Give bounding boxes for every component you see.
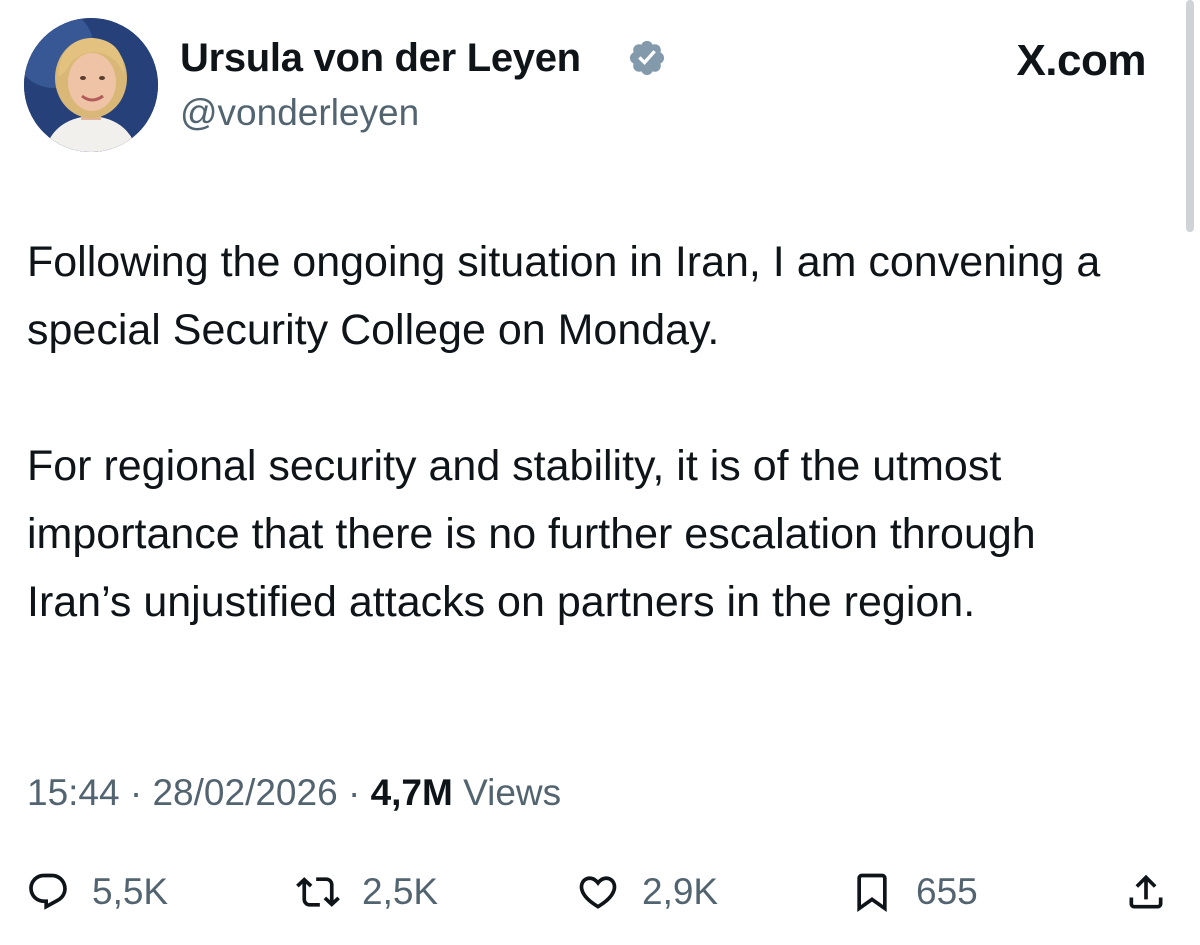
- avatar-portrait: [24, 18, 158, 152]
- bookmark-count: 655: [916, 871, 978, 912]
- verified-badge-icon: [629, 40, 665, 76]
- share-button[interactable]: [1124, 862, 1168, 922]
- reply-count: 5,5K: [92, 871, 169, 912]
- tweet-date[interactable]: 28/02/2026: [152, 772, 337, 813]
- tweet-page: Ursula von der Leyen @vonderleyen X.com …: [0, 0, 1200, 945]
- like-count: 2,9K: [642, 871, 719, 912]
- repost-button[interactable]: 2,5K: [296, 862, 438, 922]
- tweet-text: Following the ongoing situation in Iran,…: [27, 228, 1147, 636]
- tweet-meta: 15:44 · 28/02/2026 · 4,7M Views: [27, 772, 561, 814]
- tweet-paragraph: Following the ongoing situation in Iran,…: [27, 238, 1101, 354]
- bookmark-icon: [857, 873, 887, 913]
- views-count: 4,7M: [370, 772, 453, 813]
- reply-button[interactable]: 5,5K: [26, 862, 168, 922]
- author-handle[interactable]: @vonderleyen: [180, 92, 419, 134]
- brand-label: X.com: [1016, 36, 1146, 85]
- avatar[interactable]: [24, 18, 158, 152]
- meta-separator: ·: [347, 772, 361, 813]
- author-display-name[interactable]: Ursula von der Leyen: [180, 36, 581, 81]
- tweet-time[interactable]: 15:44: [27, 772, 120, 813]
- bookmark-button[interactable]: 655: [850, 862, 978, 922]
- repost-icon: [296, 877, 340, 907]
- views-label: Views: [463, 772, 562, 813]
- heart-icon: [579, 876, 617, 909]
- like-button[interactable]: 2,9K: [576, 862, 718, 922]
- scrollbar[interactable]: [1186, 0, 1194, 232]
- reply-icon: [29, 873, 67, 910]
- repost-count: 2,5K: [362, 871, 439, 912]
- tweet-paragraph: For regional security and stability, it …: [27, 442, 1036, 626]
- meta-separator: ·: [129, 772, 143, 813]
- share-icon: [1129, 874, 1163, 909]
- action-bar: 5,5K 2,5K 2,9K 655: [0, 862, 1200, 922]
